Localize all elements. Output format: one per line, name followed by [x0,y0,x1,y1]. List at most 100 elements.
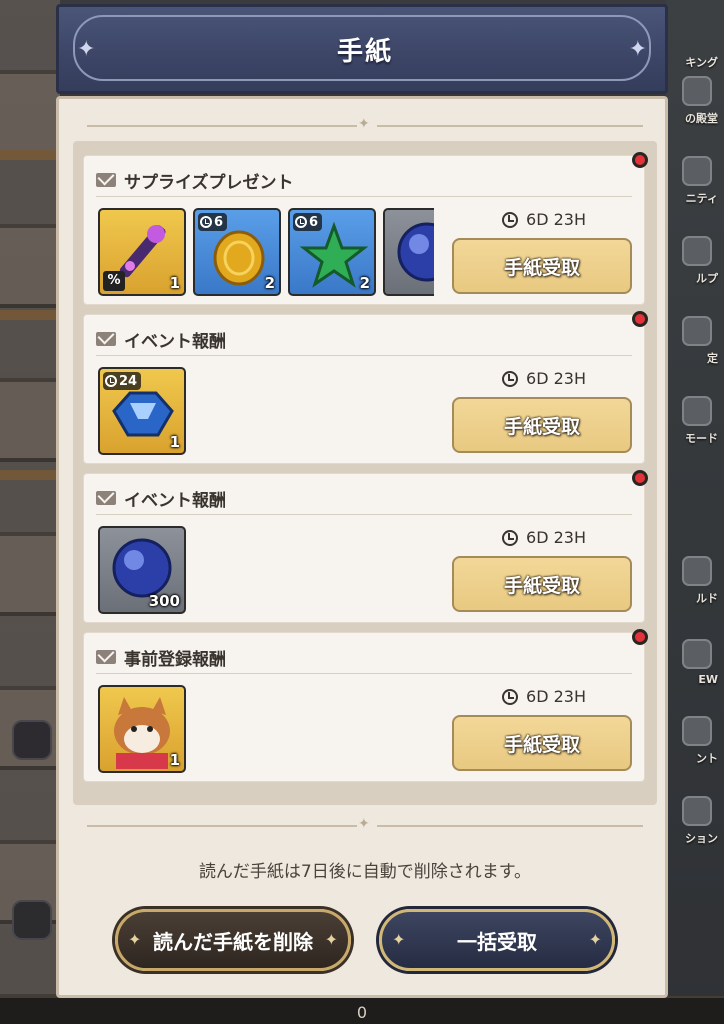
reward-items[interactable]: % 1 6 2 6 2 [98,208,434,298]
claim-all-button[interactable]: ✦ 一括受取 ✦ [379,909,615,971]
mail-expiry: 6D 23H [502,210,586,229]
envelope-icon [96,491,116,505]
reward-item[interactable]: 24 1 [98,367,186,455]
divider [87,825,357,827]
side-menu-item[interactable]: ルプ [666,216,724,286]
divider [87,125,357,127]
bottom-bar: 0 [0,996,724,1024]
auto-delete-notice: 読んだ手紙は7日後に自動で削除されます。 [198,862,532,882]
help-icon [682,236,712,266]
event-icon [682,716,712,746]
reward-items[interactable]: 24 1 [98,367,434,457]
clock-icon [200,216,212,228]
mail-title: サプライズプレゼント [124,172,294,193]
reward-item[interactable]: 6 2 [288,208,376,296]
background-left-panel [0,0,60,1024]
mail-header: イベント報酬 [96,327,226,352]
timer-value: 24 [119,373,138,389]
divider [377,125,643,127]
side-menu-item[interactable]: 定 [666,296,724,366]
side-menu-item[interactable]: EW [666,616,724,686]
reward-item[interactable]: 300 [98,526,186,614]
gear-icon [682,316,712,346]
mail-card: イベント報酬 300 6D 23H 手紙受取 [83,470,648,623]
new-indicator [632,470,648,486]
shelf-decoration [0,470,60,480]
percent-badge: % [103,271,125,291]
mail-expiry: 6D 23H [502,687,586,706]
reward-item[interactable]: 5 [383,208,434,296]
item-count: 300 [148,592,180,610]
mail-dialog: ✦ ✦ 手紙 ✦ サプライズプレゼント % 1 6 2 6 2 6D 23H 手… [56,4,668,998]
claim-mail-button[interactable]: 手紙受取 [452,397,632,453]
new-indicator [632,152,648,168]
timer-badge: 6 [293,213,323,231]
side-menu-item[interactable]: ント [666,696,724,766]
envelope-icon [96,332,116,346]
mail-title: イベント報酬 [124,331,226,352]
guild-icon [682,556,712,586]
delete-read-label: 読んだ手紙を削除 [153,929,313,954]
time-remaining: 6D 23H [526,687,586,706]
mail-list[interactable]: サプライズプレゼント % 1 6 2 6 2 6D 23H 手紙受取 イベント報… [73,141,657,805]
side-menu-item[interactable]: モード [666,376,724,446]
side-menu-item[interactable]: ニティ [666,136,724,206]
bottom-counter: 0 [356,1003,368,1022]
reward-items[interactable]: 1 [98,685,434,775]
new-icon [682,639,712,669]
side-menu-item[interactable]: の殿堂 [666,56,724,126]
clock-icon [502,529,519,546]
new-indicator [632,311,648,327]
blue-orb-icon [397,222,434,282]
mail-divider [96,514,632,515]
lock-icon [12,900,52,940]
sparkle-icon: ✦ [324,930,338,949]
item-count: 2 [264,274,275,292]
reward-item[interactable]: % 1 [98,208,186,296]
mission-icon [682,796,712,826]
mode-icon [682,396,712,426]
time-remaining: 6D 23H [526,369,586,388]
mail-title: イベント報酬 [124,490,226,511]
mail-card: サプライズプレゼント % 1 6 2 6 2 6D 23H 手紙受取 [83,152,648,305]
item-count: 2 [359,274,370,292]
mail-divider [96,196,632,197]
mail-divider [96,355,632,356]
time-remaining: 6D 23H [526,528,586,547]
reward-items[interactable]: 300 [98,526,434,616]
mail-card: イベント報酬 24 1 6D 23H 手紙受取 [83,311,648,464]
envelope-icon [96,650,116,664]
timer-badge: 24 [103,372,142,390]
time-remaining: 6D 23H [526,210,586,229]
shelf-decoration [0,150,60,160]
claim-mail-button[interactable]: 手紙受取 [452,556,632,612]
sparkle-icon: ✦ [358,116,370,132]
mail-expiry: 6D 23H [502,369,586,388]
clock-icon [502,211,519,228]
timer-value: 6 [309,214,319,230]
dialog-body: ✦ サプライズプレゼント % 1 6 2 6 2 6D 23H 手紙受取 イベン… [56,96,668,998]
claim-mail-button[interactable]: 手紙受取 [452,715,632,771]
clock-icon [295,216,307,228]
mail-header: サプライズプレゼント [96,168,294,193]
side-menu-item[interactable]: ション [666,776,724,846]
reward-item[interactable]: 6 2 [193,208,281,296]
reward-item[interactable]: 1 [98,685,186,773]
delete-read-button[interactable]: ✦ 読んだ手紙を削除 ✦ [115,909,351,971]
item-count: 1 [169,751,180,769]
divider [377,825,643,827]
mail-divider [96,673,632,674]
mail-card: 事前登録報酬 1 6D 23H 手紙受取 [83,629,648,782]
claim-all-label: 一括受取 [457,929,537,954]
clock-icon [105,375,117,387]
shelf-decoration [0,310,60,320]
side-menu-item[interactable]: ルド [666,536,724,606]
mail-header: 事前登録報酬 [96,645,226,670]
lock-icon [12,720,52,760]
background-side-menu: キング の殿堂 ニティ ルプ 定 モード ルド EW ント ション [666,0,724,1024]
claim-mail-button[interactable]: 手紙受取 [452,238,632,294]
sparkle-icon: ✦ [588,930,602,949]
timer-badge: 6 [198,213,228,231]
dialog-title: 手紙 [336,37,393,67]
community-icon [682,156,712,186]
